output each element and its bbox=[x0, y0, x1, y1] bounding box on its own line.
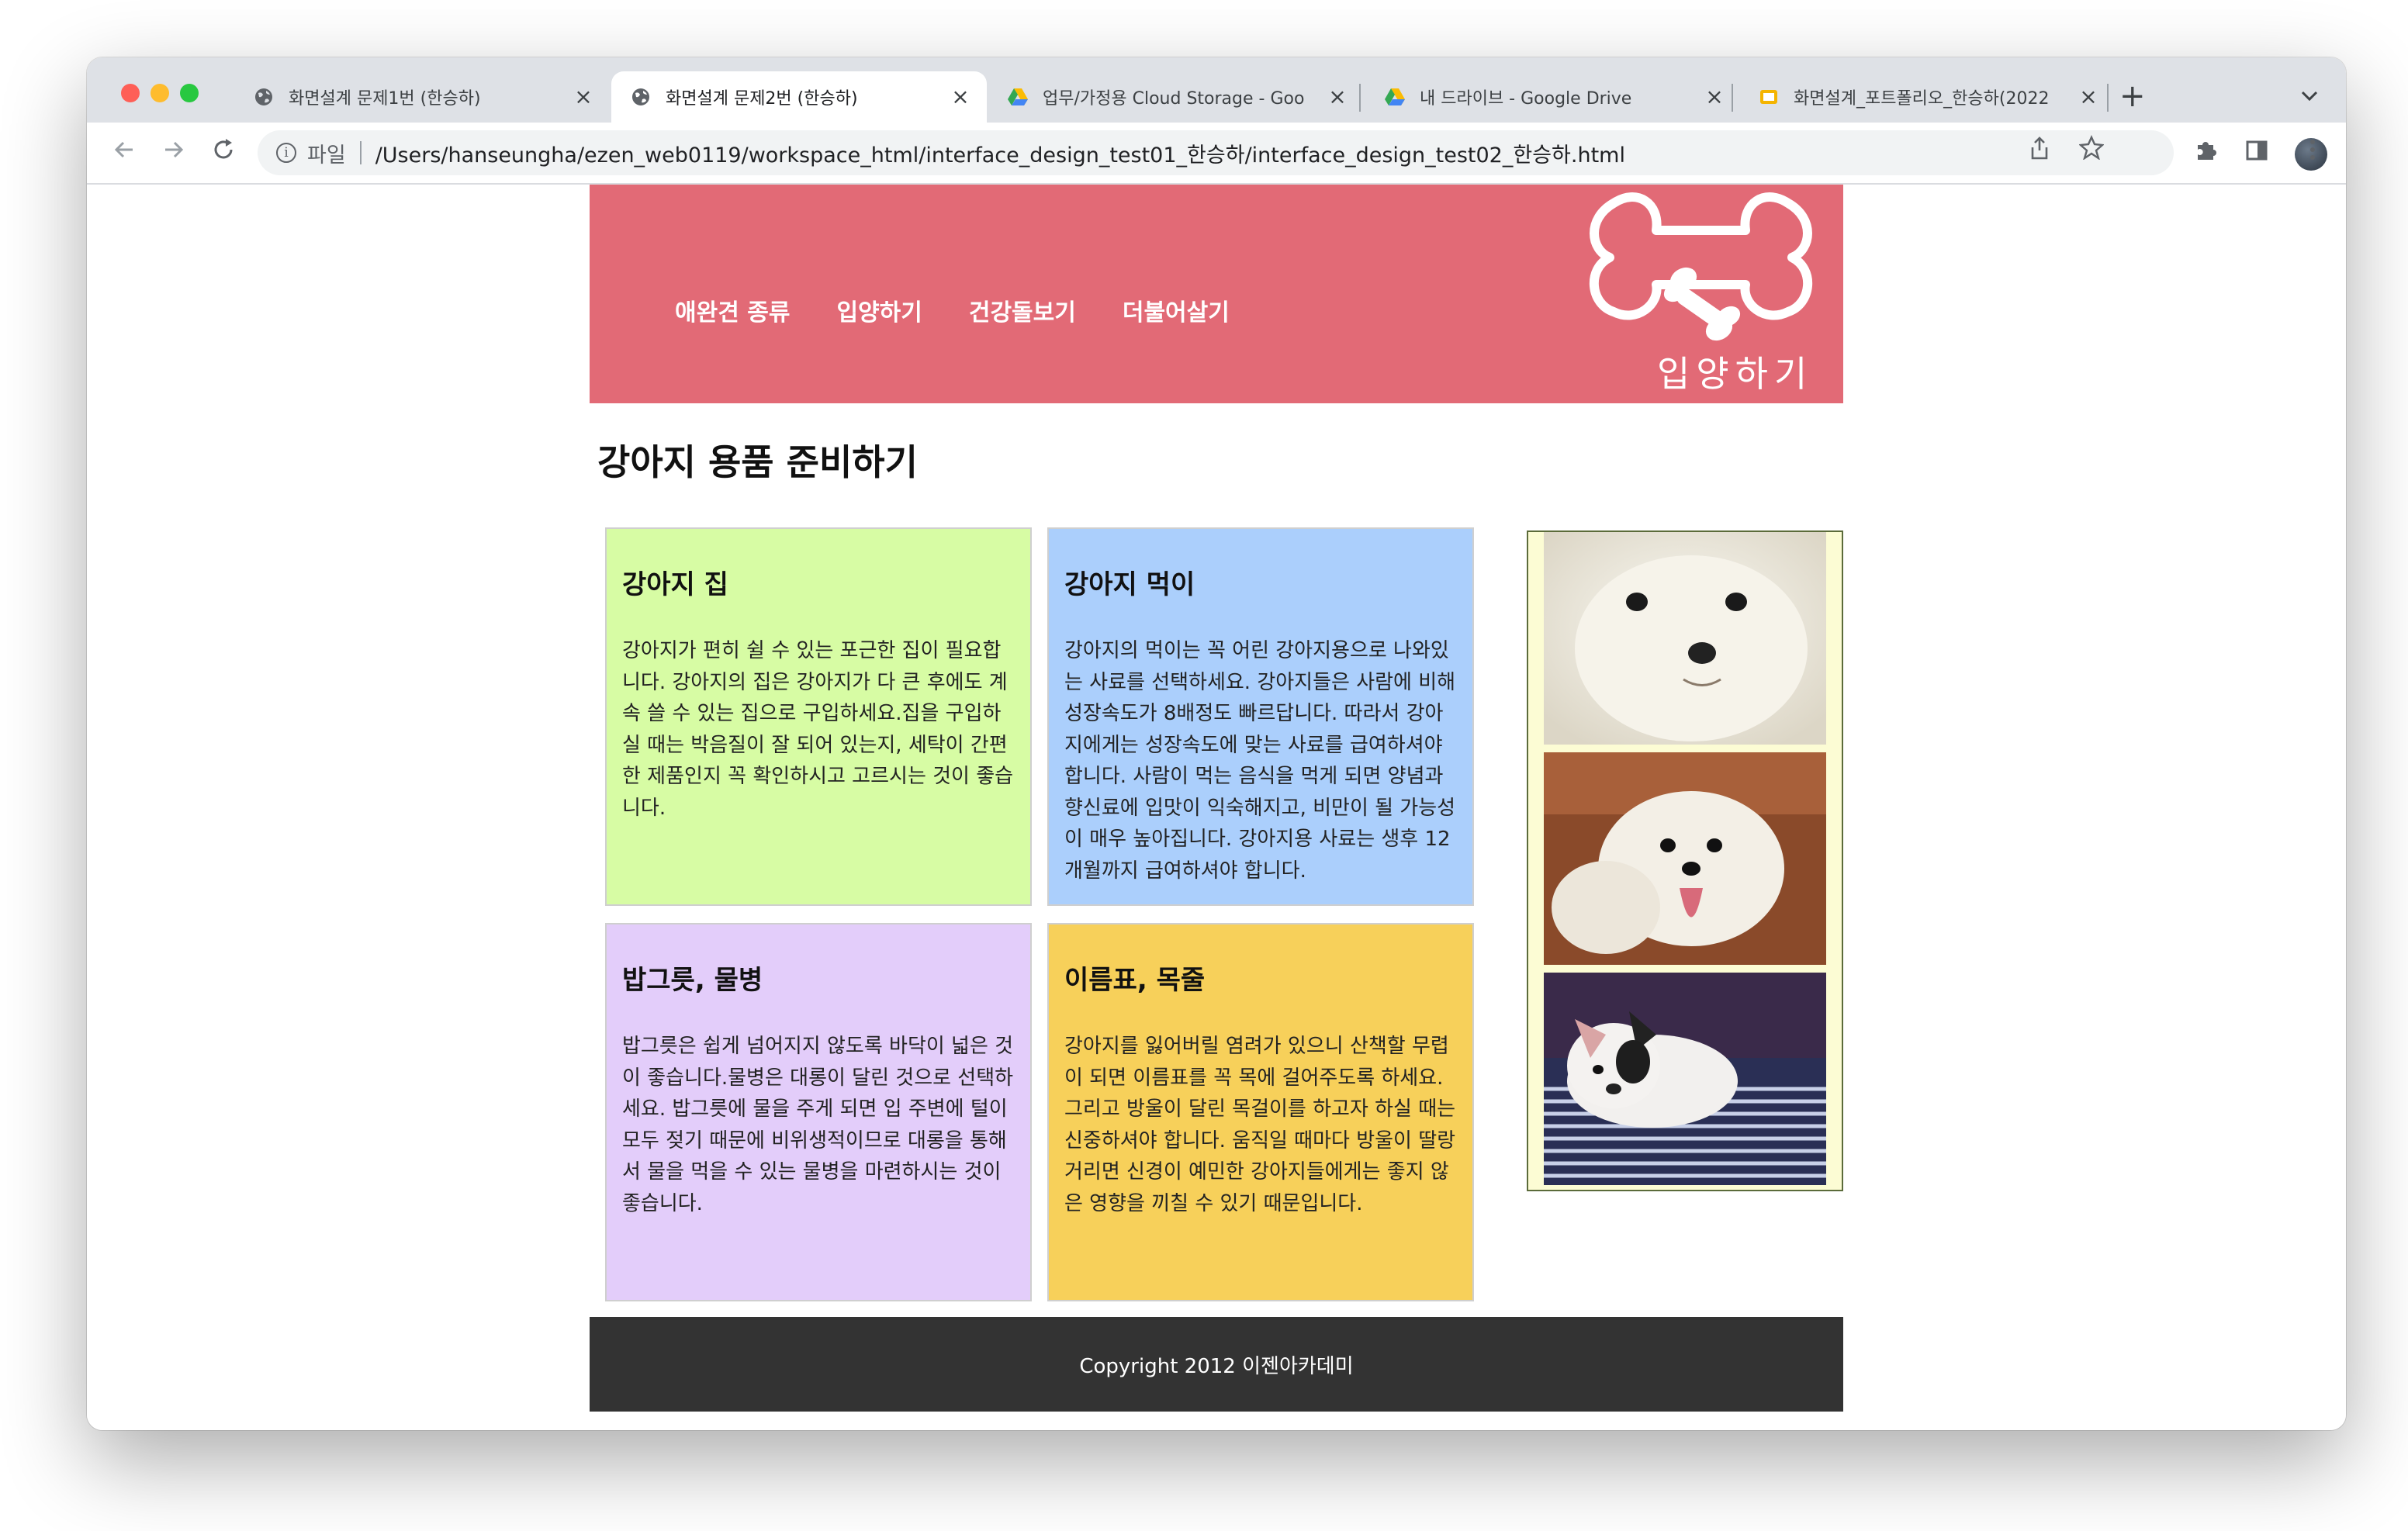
card-title: 밥그릇, 물병 bbox=[622, 965, 763, 996]
back-arrow-icon[interactable] bbox=[107, 137, 141, 171]
page-title: 강아지 용품 준비하기 bbox=[597, 441, 918, 483]
site-header: 애완견 종류 입양하기 건강돌보기 더불어살기 입양하기 bbox=[590, 185, 1843, 403]
extensions-puzzle-icon[interactable] bbox=[2194, 137, 2219, 171]
zoom-window-button[interactable] bbox=[180, 84, 199, 102]
menu-kebab-icon[interactable] bbox=[2309, 137, 2316, 171]
tab-search-chevron-icon[interactable] bbox=[2299, 85, 2320, 109]
scheme-label: 파일 bbox=[307, 143, 346, 168]
nav-item-breeds[interactable]: 애완견 종류 bbox=[675, 293, 790, 327]
reload-icon[interactable] bbox=[206, 137, 240, 171]
card-bowl-bottle: 밥그릇, 물병 밥그릇은 쉽게 넘어지지 않도록 바닥이 넓은 것이 좋습니다.… bbox=[605, 923, 1032, 1301]
site-footer: Copyright 2012 이젠아카데미 bbox=[590, 1317, 1843, 1412]
logo-text: 입양하기 bbox=[1657, 353, 1814, 395]
close-icon[interactable]: × bbox=[2078, 86, 2099, 108]
card-body: 밥그릇은 쉽게 넘어지지 않도록 바닥이 넓은 것이 좋습니다.물병은 대롱이 … bbox=[622, 1035, 1014, 1215]
close-icon[interactable]: × bbox=[573, 86, 594, 108]
google-slides-icon bbox=[1758, 86, 1780, 108]
browser-toolbar: i 파일 /Users/hanseungha/ezen_web0119/work… bbox=[87, 123, 2346, 185]
address-divider bbox=[359, 141, 362, 164]
new-tab-button[interactable]: + bbox=[2119, 81, 2146, 112]
site-info-icon[interactable]: i bbox=[276, 143, 296, 163]
nav-item-health[interactable]: 건강돌보기 bbox=[969, 293, 1076, 327]
url-text[interactable]: /Users/hanseungha/ezen_web0119/workspace… bbox=[375, 138, 1625, 168]
side-panel-icon[interactable] bbox=[2245, 137, 2268, 171]
nav-item-together[interactable]: 더불어살기 bbox=[1123, 293, 1230, 327]
tab-title: 화면설계_포트폴리오_한승하(2022 bbox=[1794, 89, 2050, 109]
tab-separator bbox=[1732, 84, 1733, 112]
copyright-text: Copyright 2012 이젠아카데미 bbox=[1079, 1354, 1354, 1378]
card-dog-house: 강아지 집 강아지가 편히 쉴 수 있는 포근한 집이 필요합니다. 강아지의 … bbox=[605, 527, 1032, 906]
card-nametag-leash: 이름표, 목줄 강아지를 잃어버릴 염려가 있으니 산책할 무렵이 되면 이름표… bbox=[1047, 923, 1474, 1301]
tab-3[interactable]: 업무/가정용 Cloud Storage - Goo × bbox=[988, 71, 1364, 123]
globe-icon bbox=[253, 86, 275, 108]
close-icon[interactable]: × bbox=[950, 86, 971, 108]
tab-separator bbox=[2107, 84, 2109, 112]
minimize-window-button[interactable] bbox=[150, 84, 169, 102]
tab-strip: 화면설계 문제1번 (한승하) × 화면설계 문제2번 (한승하) × 업무/가… bbox=[87, 57, 2346, 123]
tab-5[interactable]: 화면설계_포트폴리오_한승하(2022 × bbox=[1739, 71, 2115, 123]
card-title: 강아지 집 bbox=[622, 569, 728, 600]
tab-2-active[interactable]: 화면설계 문제2번 (한승하) × bbox=[611, 71, 987, 123]
browser-window: 화면설계 문제1번 (한승하) × 화면설계 문제2번 (한승하) × 업무/가… bbox=[87, 57, 2346, 1430]
card-body: 강아지를 잃어버릴 염려가 있으니 산책할 무렵이 되면 이름표를 꼭 목에 걸… bbox=[1064, 1035, 1456, 1215]
card-body: 강아지의 먹이는 꼭 어린 강아지용으로 나와있는 사료를 선택하세요. 강아지… bbox=[1064, 639, 1456, 883]
nav-item-adopt[interactable]: 입양하기 bbox=[836, 293, 922, 327]
photo-sidebar bbox=[1527, 530, 1843, 1191]
card-title: 이름표, 목줄 bbox=[1064, 965, 1206, 996]
tab-title: 업무/가정용 Cloud Storage - Goo bbox=[1043, 89, 1305, 109]
google-drive-icon bbox=[1384, 86, 1406, 108]
white-puppy-photo bbox=[1544, 532, 1826, 745]
card-title: 강아지 먹이 bbox=[1064, 569, 1195, 600]
close-window-button[interactable] bbox=[121, 84, 140, 102]
page-viewport: 애완견 종류 입양하기 건강돌보기 더불어살기 입양하기 강아지 용품 준비하기… bbox=[87, 185, 2346, 1430]
google-drive-icon bbox=[1007, 86, 1029, 108]
globe-icon bbox=[630, 86, 652, 108]
tab-separator bbox=[1359, 84, 1361, 112]
tab-1[interactable]: 화면설계 문제1번 (한승하) × bbox=[234, 71, 610, 123]
bulldog-on-grate-photo bbox=[1544, 973, 1826, 1185]
main-nav: 애완견 종류 입양하기 건강돌보기 더불어살기 bbox=[675, 293, 1230, 327]
tab-title: 화면설계 문제1번 (한승하) bbox=[289, 89, 481, 109]
card-dog-food: 강아지 먹이 강아지의 먹이는 꼭 어린 강아지용으로 나와있는 사료를 선택하… bbox=[1047, 527, 1474, 906]
close-icon[interactable]: × bbox=[1327, 86, 1348, 108]
bookmark-star-icon[interactable] bbox=[2078, 135, 2105, 166]
tab-title: 화면설계 문제2번 (한승하) bbox=[666, 89, 858, 109]
tab-title: 내 드라이브 - Google Drive bbox=[1420, 89, 1632, 109]
address-bar[interactable]: i 파일 /Users/hanseungha/ezen_web0119/work… bbox=[258, 130, 2174, 175]
forward-arrow-icon[interactable] bbox=[157, 137, 191, 171]
share-icon[interactable] bbox=[2028, 135, 2051, 168]
card-body: 강아지가 편히 쉴 수 있는 포근한 집이 필요합니다. 강아지의 집은 강아지… bbox=[622, 639, 1014, 820]
close-icon[interactable]: × bbox=[1704, 86, 1725, 108]
maltese-tongue-photo bbox=[1544, 752, 1826, 965]
tab-4[interactable]: 내 드라이브 - Google Drive × bbox=[1365, 71, 1741, 123]
